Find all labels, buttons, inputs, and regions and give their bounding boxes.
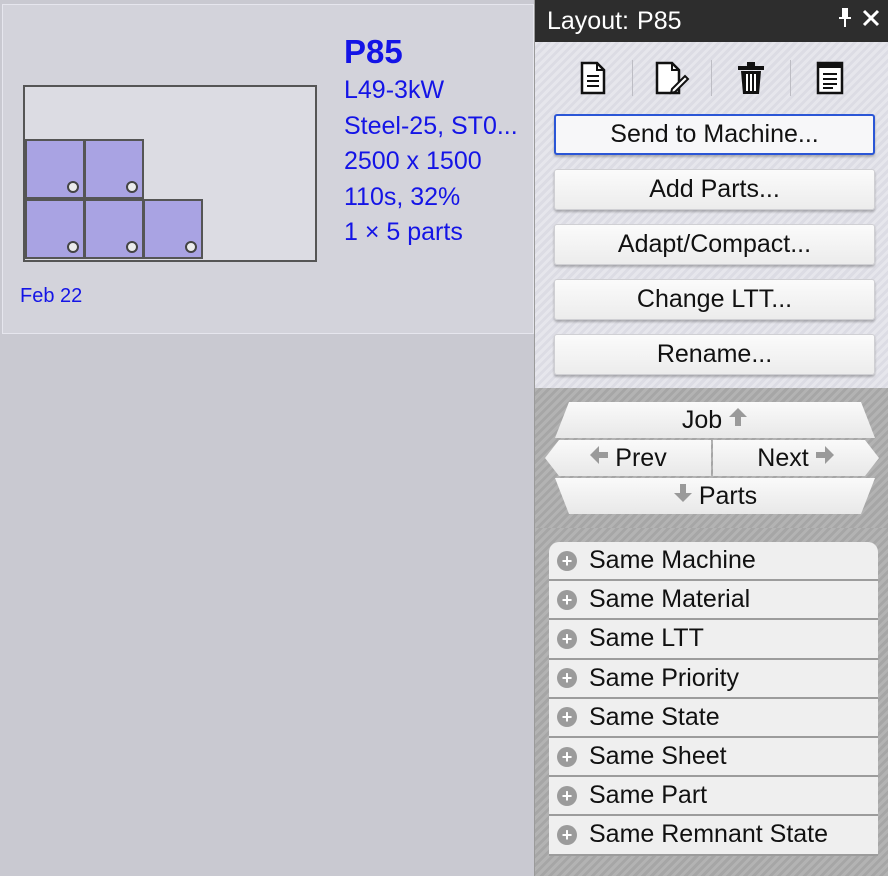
rename-button[interactable]: Rename... — [554, 334, 875, 375]
add-parts-button[interactable]: Add Parts... — [554, 169, 875, 210]
layout-time-utilization: 110s, 32% — [344, 182, 461, 211]
arrow-left-icon — [589, 445, 609, 471]
plus-circle-icon: + — [557, 746, 577, 767]
plus-circle-icon: + — [557, 589, 577, 610]
filter-label: Same Material — [589, 585, 751, 614]
nav-next-label: Next — [757, 443, 809, 472]
part-hole — [126, 241, 138, 253]
pin-icon[interactable] — [838, 7, 852, 35]
new-document-icon[interactable] — [554, 56, 632, 100]
nested-part — [84, 139, 144, 199]
navigation-area: Job Prev Next Parts — [535, 388, 888, 528]
edit-document-icon[interactable] — [633, 56, 711, 100]
filter-label: Same Part — [589, 781, 708, 810]
part-hole — [67, 181, 79, 193]
filter-label: Same Remnant State — [589, 820, 829, 849]
layout-material: Steel-25, ST0... — [344, 111, 518, 140]
report-icon[interactable] — [791, 56, 869, 100]
layout-date: Feb 22 — [20, 285, 83, 307]
sheet-preview — [23, 85, 317, 262]
layout-part-count: 1 × 5 parts — [344, 218, 463, 246]
layout-sheet-size: 2500 x 1500 — [344, 147, 482, 175]
part-hole — [67, 241, 79, 253]
filter-label: Same LTT — [589, 624, 704, 653]
filter-same-material[interactable]: + Same Material — [549, 581, 878, 621]
filter-same-priority[interactable]: + Same Priority — [549, 659, 878, 699]
filter-same-machine[interactable]: + Same Machine — [549, 542, 878, 582]
plus-circle-icon: + — [557, 824, 577, 845]
part-hole — [126, 181, 138, 193]
filter-same-ltt[interactable]: + Same LTT — [549, 620, 878, 660]
arrow-right-icon — [815, 445, 835, 471]
layout-machine: L49-3kW — [344, 76, 445, 104]
layout-card[interactable]: P85 L49-3kW Steel-25, ST0... 2500 x 1500… — [2, 4, 534, 334]
nav-next-button[interactable]: Next — [713, 440, 879, 476]
nested-part — [143, 199, 203, 259]
nested-part — [25, 199, 85, 259]
plus-circle-icon: + — [557, 785, 577, 806]
layout-panel: Layout: P85 Send to Machine... Add Parts… — [534, 0, 888, 876]
nav-job-button[interactable]: Job — [555, 402, 875, 438]
action-buttons: Send to Machine... Add Parts... Adapt/Co… — [535, 100, 888, 375]
adapt-compact-button[interactable]: Adapt/Compact... — [554, 224, 875, 265]
part-hole — [185, 241, 197, 253]
nav-job-label: Job — [681, 405, 723, 434]
panel-toolbar — [535, 56, 888, 100]
delete-trash-icon[interactable] — [712, 56, 790, 100]
plus-circle-icon: + — [557, 628, 577, 649]
panel-titlebar: Layout: P85 — [535, 0, 888, 42]
nav-parts-label: Parts — [698, 481, 758, 510]
plus-circle-icon: + — [557, 668, 577, 689]
layout-info: P85 L49-3kW Steel-25, ST0... 2500 x 1500… — [344, 31, 518, 251]
panel-top-area: Send to Machine... Add Parts... Adapt/Co… — [535, 42, 888, 388]
arrow-up-icon — [728, 407, 748, 433]
panel-title: P85 — [637, 6, 682, 35]
nested-part — [84, 199, 144, 259]
filter-label: Same State — [589, 702, 720, 731]
arrow-down-icon — [673, 483, 693, 509]
filter-same-remnant-state[interactable]: + Same Remnant State — [549, 816, 878, 856]
plus-circle-icon: + — [557, 550, 577, 571]
filter-label: Same Sheet — [589, 742, 727, 771]
nav-prev-label: Prev — [615, 443, 667, 472]
nav-prev-button[interactable]: Prev — [545, 440, 711, 476]
filter-label: Same Priority — [589, 663, 740, 692]
filter-same-sheet[interactable]: + Same Sheet — [549, 737, 878, 778]
panel-title-prefix: Layout: — [547, 6, 630, 35]
filter-same-state[interactable]: + Same State — [549, 698, 878, 738]
layout-name: P85 — [344, 33, 403, 70]
filter-same-part[interactable]: + Same Part — [549, 777, 878, 817]
send-to-machine-button[interactable]: Send to Machine... — [554, 114, 875, 155]
filter-list-area: + Same Machine + Same Material + Same LT… — [535, 528, 888, 876]
nested-part — [25, 139, 85, 199]
change-ltt-button[interactable]: Change LTT... — [554, 279, 875, 320]
nav-parts-button[interactable]: Parts — [555, 478, 875, 514]
plus-circle-icon: + — [557, 707, 577, 728]
close-icon[interactable] — [862, 7, 880, 35]
filter-label: Same Machine — [589, 546, 756, 575]
